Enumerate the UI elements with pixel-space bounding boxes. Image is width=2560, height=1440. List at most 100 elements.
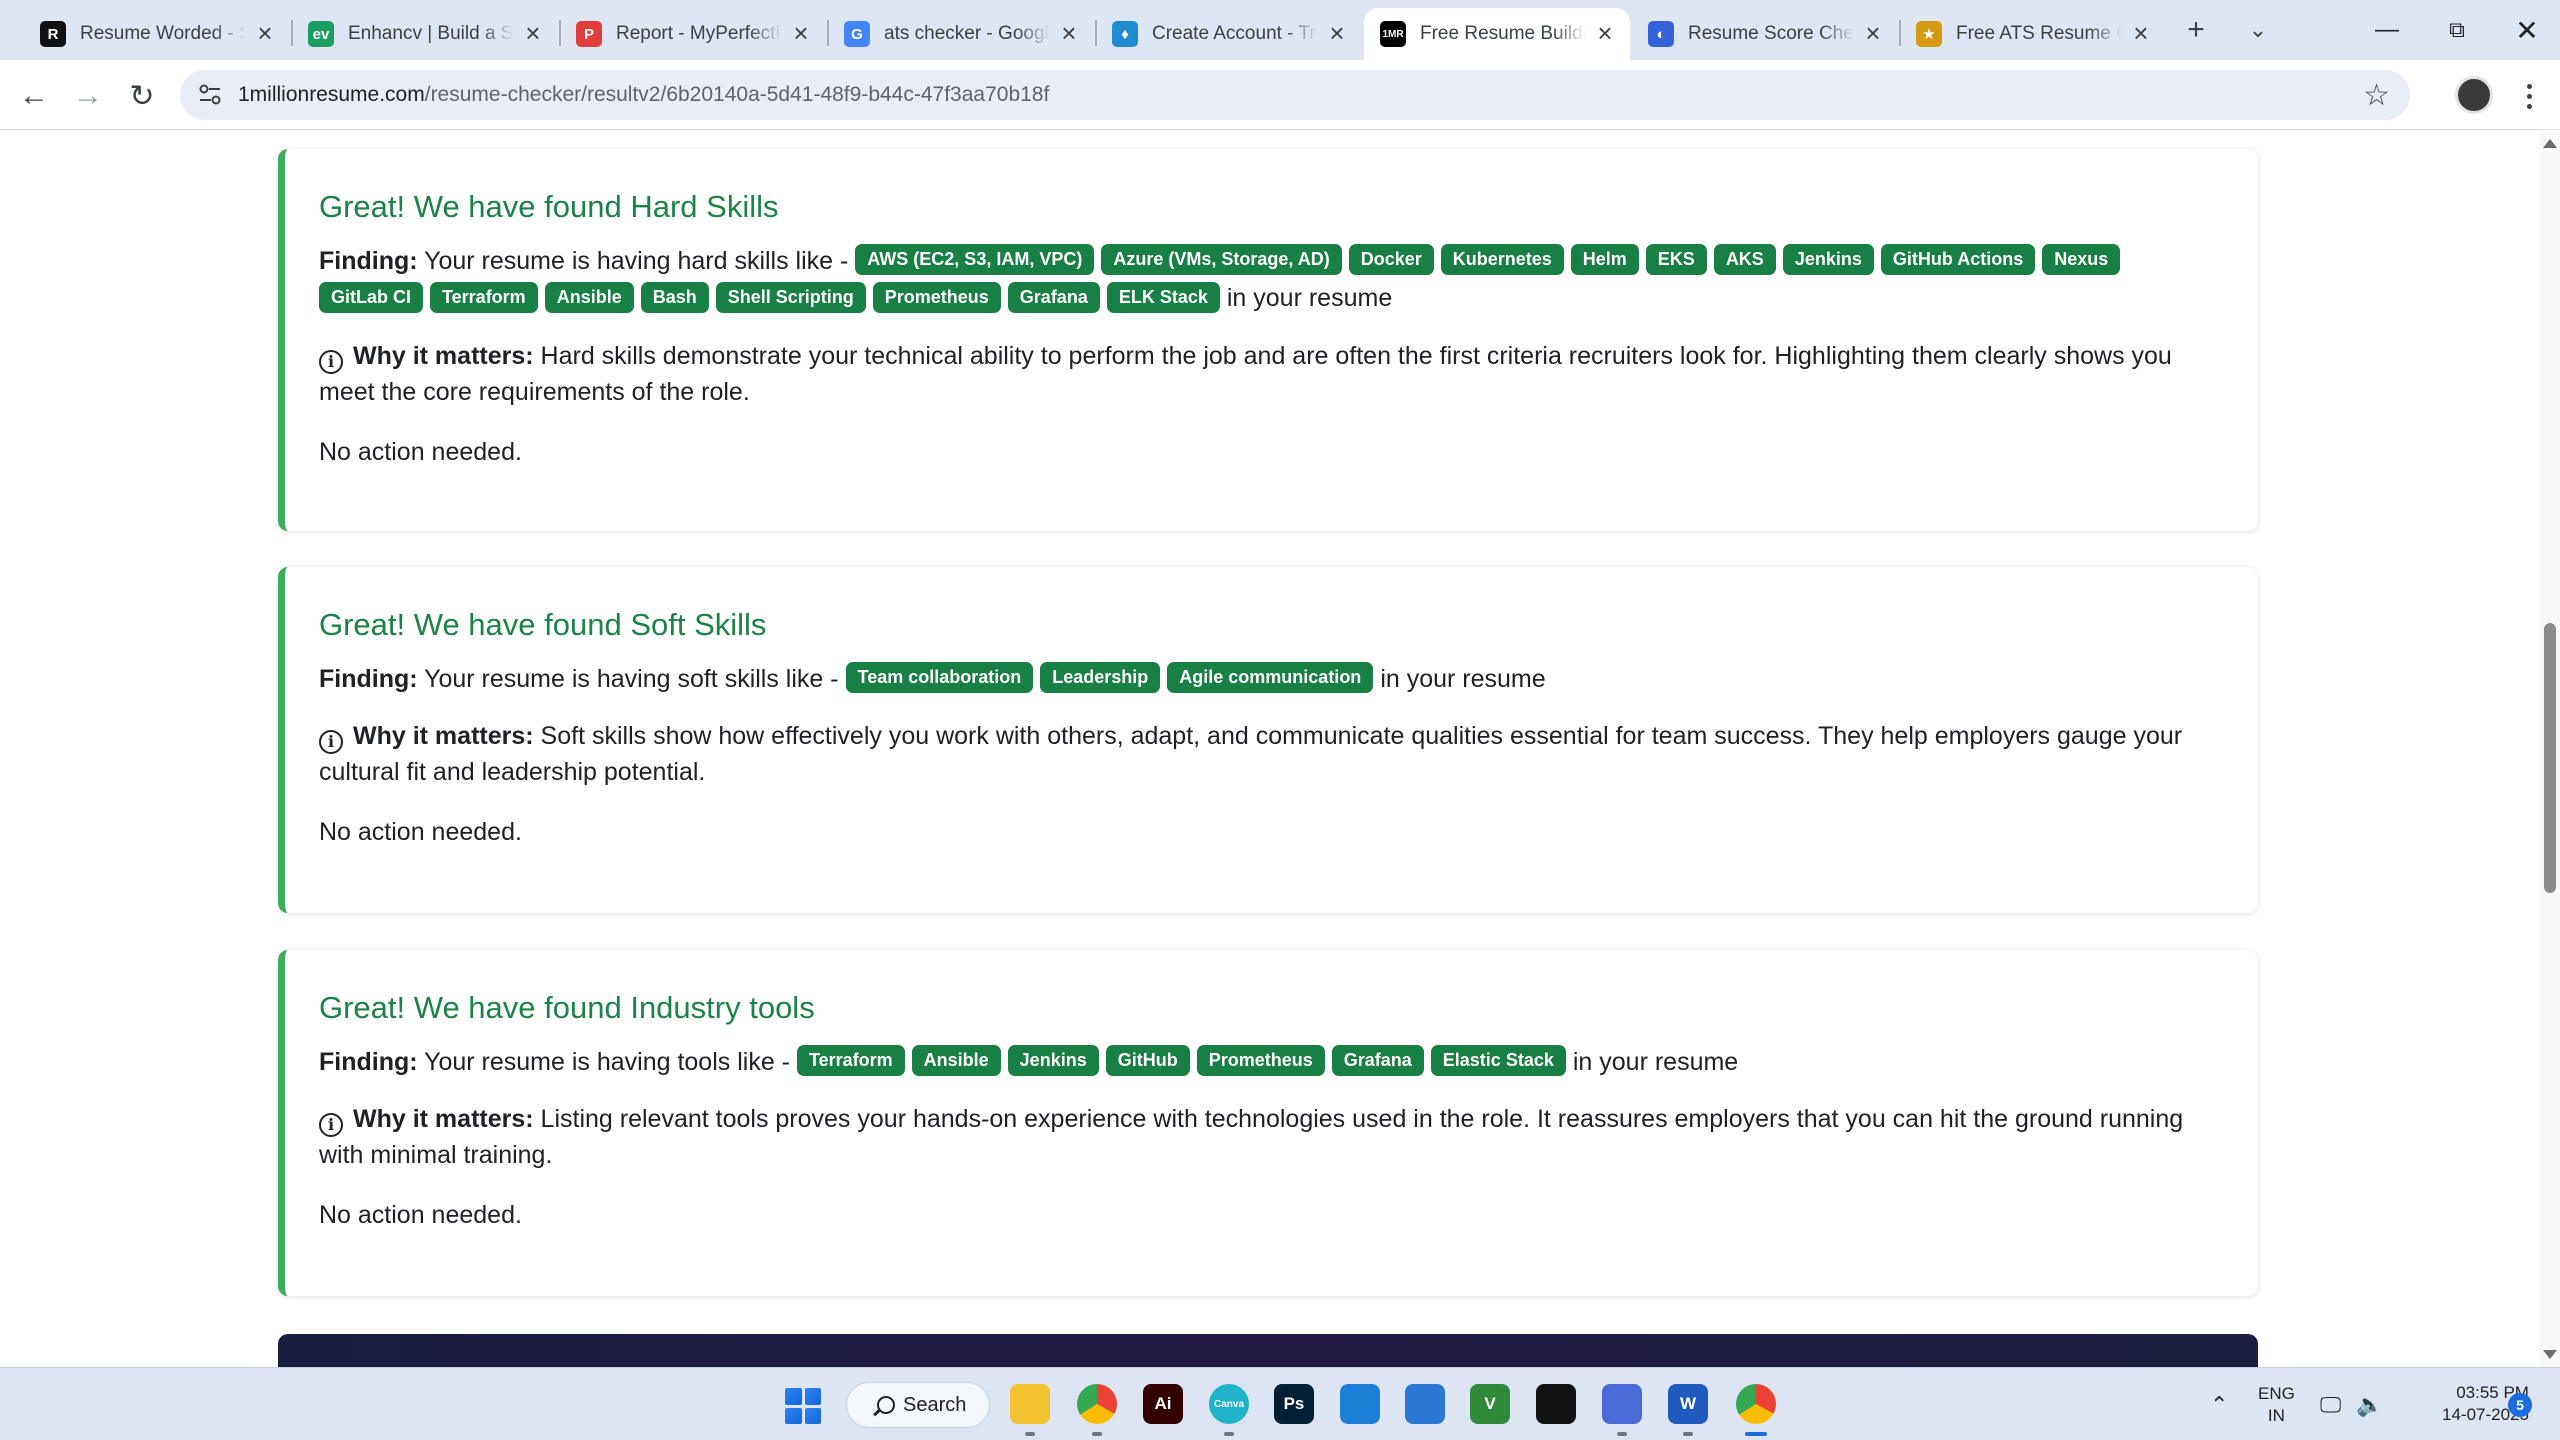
finding-label: Finding: xyxy=(319,665,418,693)
restore-button[interactable]: ⧉ xyxy=(2422,4,2492,56)
browser-tab[interactable]: ♦ Create Account - Try × xyxy=(1096,8,1362,60)
tab-separator xyxy=(1095,20,1097,46)
skill-tag: GitLab CI xyxy=(319,281,423,313)
region-code: IN xyxy=(2267,1405,2285,1425)
finding-suffix: in your resume xyxy=(1226,284,1393,313)
tab-search-button[interactable]: ⌄ xyxy=(2238,12,2278,48)
jobscan-icon: ★ xyxy=(1916,21,1942,47)
tab-separator xyxy=(827,20,829,46)
chrome-icon[interactable] xyxy=(1736,1384,1776,1424)
result-card: Great! We have found Industry tools Findi… xyxy=(278,950,2258,1296)
profile-avatar[interactable] xyxy=(2455,76,2493,114)
site-info-icon[interactable] xyxy=(196,81,224,109)
skill-tag: Terraform xyxy=(796,1045,905,1077)
tab-close-icon[interactable]: × xyxy=(788,20,814,47)
taskbar-search[interactable]: Search xyxy=(846,1382,990,1428)
browser-toolbar: ← → ↻ 1millionresume.com/resume-checker/… xyxy=(0,60,2560,130)
finding-label: Finding: xyxy=(319,1048,418,1076)
canva-icon[interactable]: Canva xyxy=(1209,1384,1249,1424)
bookmark-star-icon[interactable]: ☆ xyxy=(2363,78,2390,113)
word-icon[interactable]: W xyxy=(1668,1384,1708,1424)
azure-data-studio-icon[interactable] xyxy=(1405,1384,1445,1424)
tab-close-icon[interactable]: × xyxy=(1056,20,1082,47)
language-code: ENG xyxy=(2258,1383,2295,1403)
browser-tab[interactable]: ◐ Resume Score Check × xyxy=(1632,8,1898,60)
why-label: Why it matters: xyxy=(353,341,534,370)
back-button[interactable]: ← xyxy=(12,74,56,118)
search-label: Search xyxy=(903,1393,967,1416)
running-indicator xyxy=(1092,1432,1102,1436)
running-indicator xyxy=(1683,1432,1693,1436)
scroll-down-arrow-icon[interactable] xyxy=(2543,1350,2557,1359)
skill-tag: EKS xyxy=(1645,244,1707,276)
illustrator-icon[interactable]: Ai xyxy=(1143,1384,1183,1424)
new-tab-button[interactable]: + xyxy=(2176,12,2216,48)
tab-close-icon[interactable]: × xyxy=(1592,20,1618,47)
reload-button[interactable]: ↻ xyxy=(120,74,164,118)
scrollbar-thumb[interactable] xyxy=(2544,623,2556,893)
1mr-icon: 1MR xyxy=(1380,21,1406,47)
vim-icon[interactable]: V xyxy=(1470,1384,1510,1424)
google-icon: G xyxy=(844,21,870,47)
card-title: Great! We have found Industry tools xyxy=(319,990,815,1025)
notification-badge[interactable]: 5 xyxy=(2508,1393,2532,1417)
forward-button[interactable]: → xyxy=(66,74,110,118)
skill-tag: Shell Scripting xyxy=(715,281,866,313)
language-indicator[interactable]: ENG IN xyxy=(2258,1383,2295,1427)
skill-tag: Kubernetes xyxy=(1440,244,1564,276)
skill-tag: ELK Stack xyxy=(1106,281,1220,313)
skill-tag: Prometheus xyxy=(872,281,1001,313)
tab-close-icon[interactable]: × xyxy=(2128,20,2154,47)
browser-tab[interactable]: ★ Free ATS Resume Ch × xyxy=(1900,8,2166,60)
show-hidden-icons-chevron-icon[interactable]: ⌃ xyxy=(2210,1392,2228,1418)
skill-tag: Grafana xyxy=(1007,281,1100,313)
tab-title: Free Resume Builder xyxy=(1420,23,1586,44)
browser-tab[interactable]: ev Enhancv | Build a Sta × xyxy=(292,8,558,60)
tab-close-icon[interactable]: × xyxy=(252,20,278,47)
finding-prefix: Your resume is having hard skills like - xyxy=(424,247,849,275)
tab-close-icon[interactable]: × xyxy=(520,20,546,47)
finding-suffix: in your resume xyxy=(1572,1048,1739,1076)
skill-tag: GitHub xyxy=(1105,1045,1190,1077)
url-text[interactable]: 1millionresume.com/resume-checker/result… xyxy=(238,83,1049,107)
action-text: No action needed. xyxy=(319,437,522,466)
capcut-icon[interactable] xyxy=(1536,1384,1576,1424)
chrome-profile-icon[interactable] xyxy=(1077,1384,1117,1424)
network-icon[interactable]: 🖵 xyxy=(2320,1392,2341,1418)
card-title: Great! We have found Soft Skills xyxy=(319,607,767,642)
address-bar[interactable]: 1millionresume.com/resume-checker/result… xyxy=(180,70,2410,120)
finding-suffix: in your resume xyxy=(1380,665,1546,693)
browser-tab[interactable]: P Report - MyPerfectR × xyxy=(560,8,826,60)
close-window-button[interactable]: ✕ xyxy=(2492,4,2560,56)
myperfectresume-icon: P xyxy=(576,21,602,47)
skill-tag: Elastic Stack xyxy=(1430,1045,1566,1077)
result-card: Great! We have found Hard Skills Finding:… xyxy=(278,149,2258,531)
card-title: Great! We have found Hard Skills xyxy=(319,189,779,224)
chrome-menu-icon[interactable] xyxy=(2515,74,2543,118)
snipping-icon[interactable] xyxy=(1602,1384,1642,1424)
tab-close-icon[interactable]: × xyxy=(1860,20,1886,47)
photoshop-icon[interactable]: Ps xyxy=(1274,1384,1314,1424)
skill-tag: Bash xyxy=(640,281,709,313)
tab-separator xyxy=(1899,20,1901,46)
minimize-button[interactable]: — xyxy=(2352,4,2422,56)
running-indicator xyxy=(1745,1432,1767,1436)
browser-tab[interactable]: Gats checker - Google × xyxy=(828,8,1094,60)
skill-tag: Ansible xyxy=(911,1045,1001,1077)
page-scrollbar[interactable] xyxy=(2540,131,2560,1367)
file-explorer-icon[interactable] xyxy=(1010,1384,1050,1424)
skill-tag: Grafana xyxy=(1331,1045,1424,1077)
vscode-icon[interactable] xyxy=(1340,1384,1380,1424)
browser-tab[interactable]: 1MR Free Resume Builder × xyxy=(1364,8,1630,60)
tab-strip: R Resume Worded - Sc × ev Enhancv | Build a … xyxy=(0,0,2560,60)
windows-taskbar: Search Ai Canva Ps V W ⌃ ENG IN 🖵 🔈 03:55 PM… xyxy=(0,1367,2560,1440)
browser-tab[interactable]: R Resume Worded - Sc × xyxy=(24,8,290,60)
tab-title: Enhancv | Build a Sta xyxy=(348,23,514,44)
action-text: No action needed. xyxy=(319,1201,522,1230)
start-button[interactable] xyxy=(785,1388,821,1424)
scroll-up-arrow-icon[interactable] xyxy=(2543,139,2557,148)
page-viewport: Great! We have found Hard Skills Finding:… xyxy=(0,131,2540,1367)
finding-label: Finding: xyxy=(319,247,418,275)
volume-icon[interactable]: 🔈 xyxy=(2356,1392,2383,1418)
tab-close-icon[interactable]: × xyxy=(1324,20,1350,47)
